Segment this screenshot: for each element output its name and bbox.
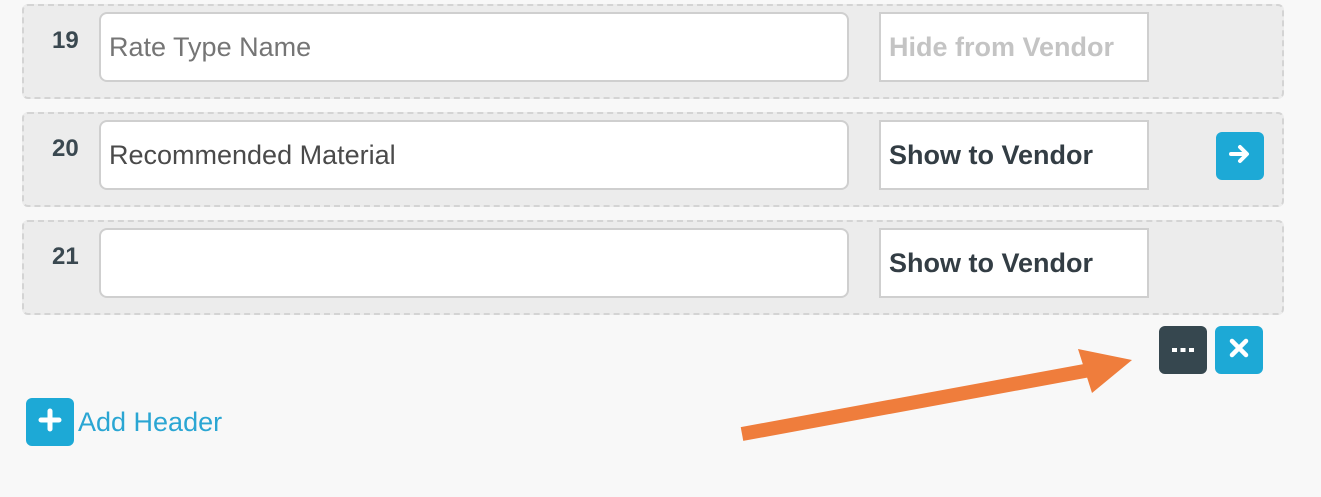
annotation-arrow: [740, 349, 1132, 441]
